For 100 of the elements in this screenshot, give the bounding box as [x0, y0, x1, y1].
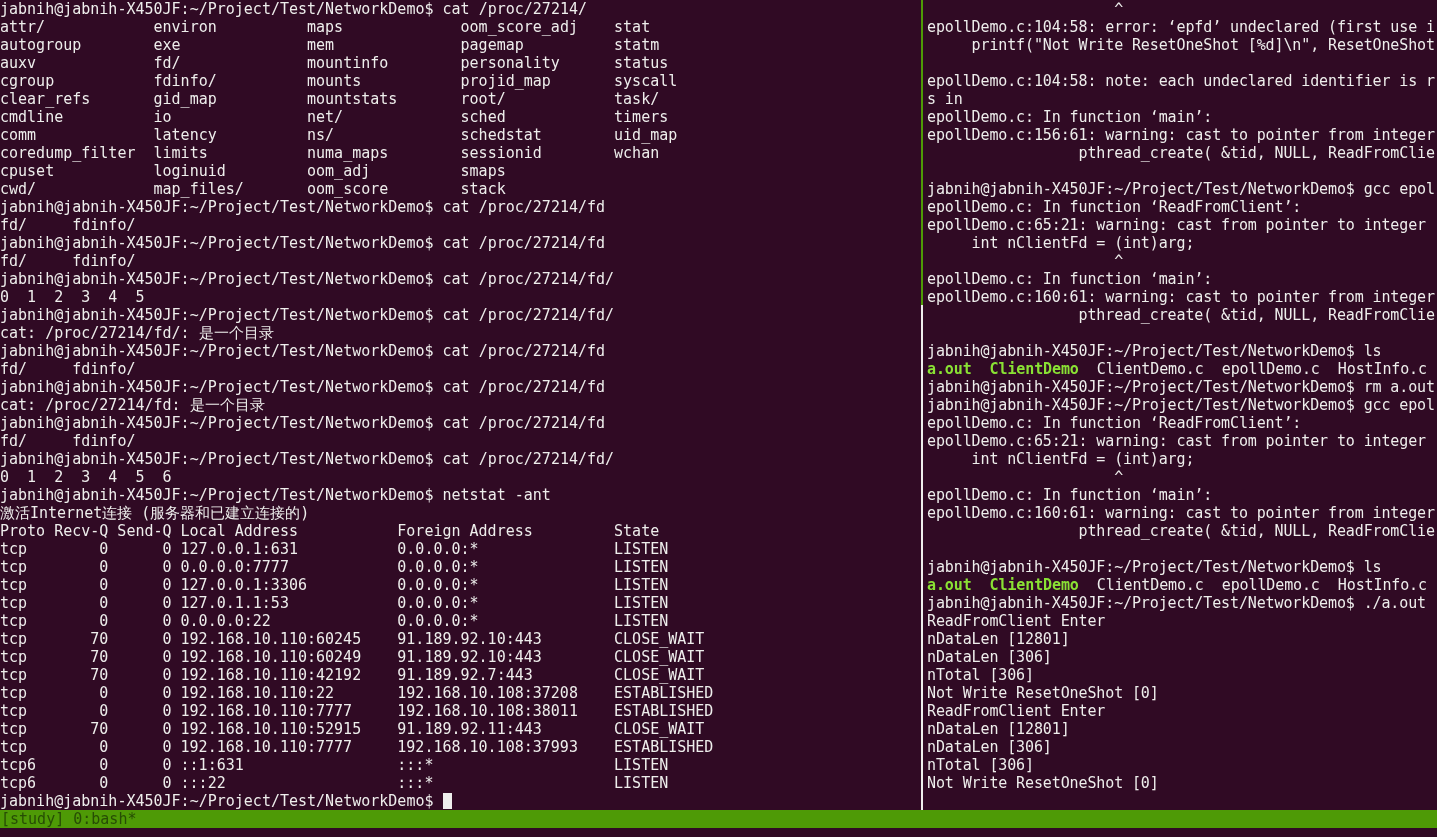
output-line: epollDemo.c: In function ‘ReadFromClient’:	[927, 198, 1302, 216]
table-cell-text: LISTEN	[614, 540, 670, 558]
file-name: coredump_filter	[0, 144, 137, 162]
table-cell-text: tcp	[0, 720, 29, 738]
table-cell-text: ::1:631	[179, 756, 245, 774]
table-cell-text: 0	[98, 774, 109, 792]
table-cell-text: ESTABLISHED	[614, 684, 715, 702]
table-cell-text: 0.0.0.0:*	[397, 576, 480, 594]
table-cell-text: 91.189.92.11:443	[397, 720, 543, 738]
output-line: Not Write ResetOneShot [0]	[927, 684, 1159, 702]
table-cell-text: 0	[98, 702, 109, 720]
table-cell-text: LISTEN	[614, 576, 670, 594]
file-name: oom_score_adj	[460, 18, 579, 36]
file-name: comm	[0, 126, 38, 144]
file-name: schedstat	[460, 126, 543, 144]
table-cell-text: 0	[98, 756, 109, 774]
output-line: epollDemo.c: In function ‘main’:	[927, 108, 1213, 126]
file-name: cwd/	[0, 180, 38, 198]
prompt-line: jabnih@jabnih-X450JF:~/Project/Test/NetworkDemo$ ls	[927, 342, 1382, 360]
column-header: State	[614, 522, 661, 540]
output-line: 激活Internet连接 (服务器和已建立连接的)	[0, 504, 310, 522]
table-cell-text: 0.0.0.0:*	[397, 558, 480, 576]
table-cell-text: 127.0.0.1:631	[179, 540, 299, 558]
table-cell-text: 192.168.10.108:38011	[397, 702, 579, 720]
file-name: ns/	[307, 126, 336, 144]
table-cell-text: 0.0.0.0:7777	[179, 558, 290, 576]
column-header: Send-Q	[116, 522, 172, 540]
file-name: io	[153, 108, 173, 126]
prompt-line: jabnih@jabnih-X450JF:~/Project/Test/NetworkDemo$ rm a.out	[927, 378, 1435, 396]
table-cell-text: 127.0.0.1:3306	[179, 576, 308, 594]
column-header: Recv-Q	[53, 522, 109, 540]
file-name: fdinfo/	[153, 72, 218, 90]
file-name: ClientDemo	[989, 360, 1079, 378]
file-name: exe	[153, 36, 182, 54]
output-line: epollDemo.c:65:21: warning: cast from pointer to integer	[927, 216, 1426, 234]
output-line: epollDemo.c:65:21: warning: cast from pointer to integer	[927, 432, 1426, 450]
file-name: HostInfo.c	[1337, 576, 1427, 594]
output-line: epollDemo.c:104:58: error: ‘epfd’ undeclared (first use i	[927, 18, 1435, 36]
output-line: fd/ fdinfo/	[0, 432, 136, 450]
table-cell-text: CLOSE_WAIT	[614, 648, 706, 666]
file-name: oom_adj	[307, 162, 372, 180]
output-line: epollDemo.c: In function ‘main’:	[927, 486, 1213, 504]
file-name: smaps	[460, 162, 507, 180]
table-cell-text: 0	[98, 594, 109, 612]
table-cell-text: 0	[161, 666, 172, 684]
table-cell-text: tcp	[0, 684, 29, 702]
output-line: fd/ fdinfo/	[0, 360, 136, 378]
file-name: mounts	[307, 72, 363, 90]
file-name: pagemap	[460, 36, 525, 54]
table-cell-text: 0.0.0.0:22	[179, 612, 272, 630]
table-cell-text: 0	[161, 738, 172, 756]
prompt-line: jabnih@jabnih-X450JF:~/Project/Test/NetworkDemo$ cat /proc/27214/fd	[0, 234, 606, 252]
file-name: syscall	[614, 72, 679, 90]
table-cell-text: 70	[89, 630, 109, 648]
file-name: ClientDemo.c	[1096, 576, 1204, 594]
table-cell-text: LISTEN	[614, 612, 670, 630]
table-cell-text: 0	[98, 540, 109, 558]
file-name: a.out	[927, 360, 972, 378]
table-cell-text: 91.189.92.10:443	[397, 648, 543, 666]
file-name: stack	[460, 180, 507, 198]
file-name: mountstats	[307, 90, 399, 108]
table-cell-text: tcp	[0, 612, 29, 630]
file-name: fd/	[153, 54, 182, 72]
output-line: pthread_create( &tid, NULL, ReadFromClie	[1077, 144, 1435, 162]
column-header: Local Address	[179, 522, 299, 540]
table-cell-text: 192.168.10.110:52915	[179, 720, 363, 738]
output-line: pthread_create( &tid, NULL, ReadFromClie	[1077, 522, 1435, 540]
file-name: maps	[307, 18, 345, 36]
table-cell-text: 0	[98, 738, 109, 756]
table-cell-text: 0	[161, 774, 172, 792]
table-cell-text: tcp	[0, 558, 29, 576]
status-bar: [study] 0:bash*	[0, 810, 1437, 828]
table-cell-text: tcp	[0, 630, 29, 648]
file-name: a.out	[927, 576, 972, 594]
table-cell-text: 0	[161, 648, 172, 666]
output-line: epollDemo.c: In function ‘main’:	[927, 270, 1213, 288]
prompt-line: jabnih@jabnih-X450JF:~/Project/Test/NetworkDemo$ cat /proc/27214/fd/	[0, 306, 615, 324]
output-line: cat: /proc/27214/fd/: 是一个目录	[0, 324, 274, 342]
file-name: gid_map	[153, 90, 218, 108]
table-cell-text: 0	[98, 576, 109, 594]
output-line: nDataLen [306]	[927, 648, 1052, 666]
table-cell-text: 0	[161, 612, 172, 630]
column-header: Foreign Address	[397, 522, 534, 540]
prompt-line: jabnih@jabnih-X450JF:~/Project/Test/NetworkDemo$ cat /proc/27214/	[0, 0, 587, 18]
output-line: s in	[927, 90, 963, 108]
file-name: stat	[614, 18, 652, 36]
table-cell-text: LISTEN	[614, 558, 670, 576]
prompt-line: jabnih@jabnih-X450JF:~/Project/Test/NetworkDemo$ cat /proc/27214/fd	[0, 342, 606, 360]
table-cell-text: 192.168.10.110:42192	[179, 666, 363, 684]
prompt-line: jabnih@jabnih-X450JF:~/Project/Test/NetworkDemo$ gcc epol	[927, 396, 1435, 414]
table-cell-text: tcp	[0, 666, 29, 684]
output-line: nTotal [306]	[927, 756, 1034, 774]
output-line: nDataLen [306]	[927, 738, 1052, 756]
output-line: int nClientFd = (int)arg;	[970, 450, 1195, 468]
file-name: wchan	[614, 144, 661, 162]
output-line: cat: /proc/27214/fd: 是一个目录	[0, 396, 265, 414]
table-cell-text: 91.189.92.7:443	[397, 666, 534, 684]
table-cell-text: :::*	[397, 756, 435, 774]
file-name: limits	[153, 144, 209, 162]
table-cell-text: 0	[98, 684, 109, 702]
